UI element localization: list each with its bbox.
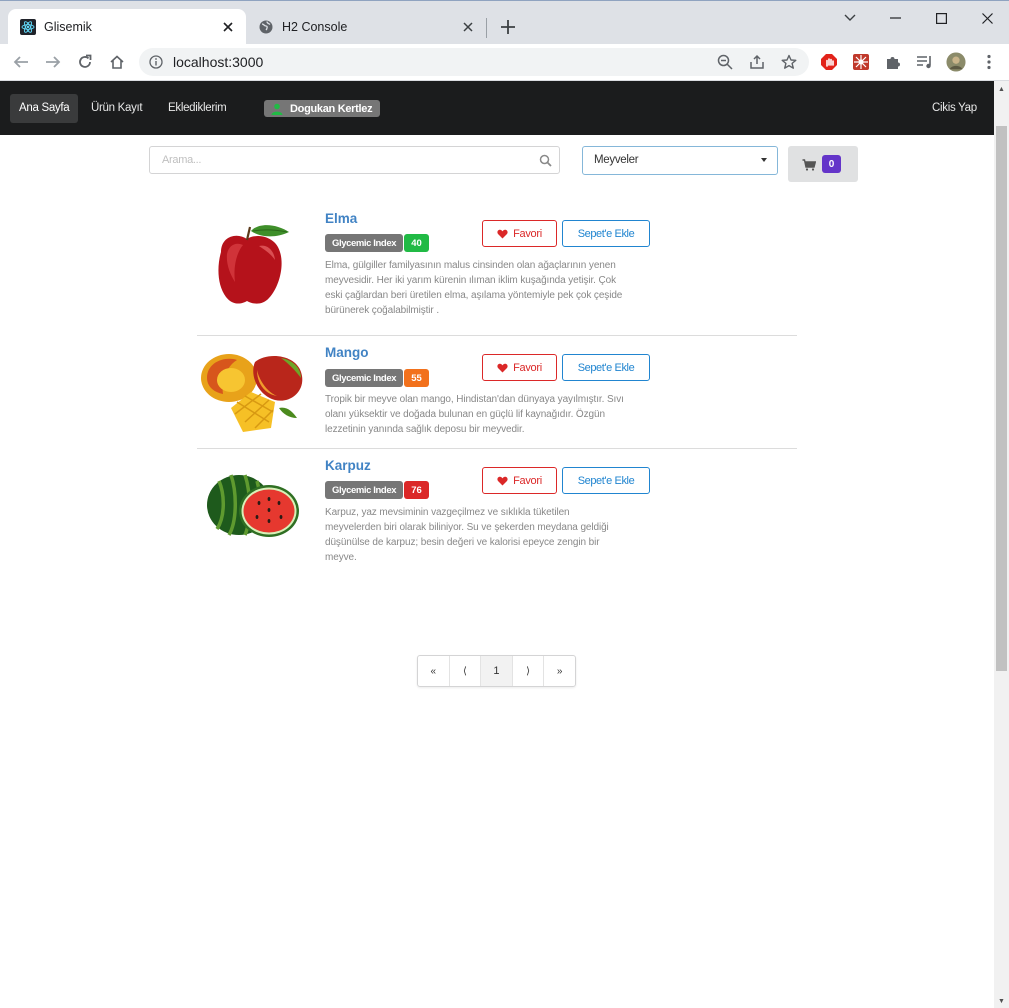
glycemic-index-label: Glycemic Index bbox=[325, 481, 404, 499]
forward-arrow-icon[interactable] bbox=[43, 52, 63, 72]
glycemic-index-label: Glycemic Index bbox=[325, 369, 404, 387]
tab-search-chevron-icon[interactable] bbox=[827, 7, 873, 29]
close-tab-icon[interactable] bbox=[220, 19, 236, 35]
product-name[interactable]: Karpuz bbox=[325, 458, 371, 473]
browser-menu-icon[interactable] bbox=[979, 52, 999, 72]
favorite-label: Favori bbox=[513, 227, 542, 240]
nav-urun-kayit[interactable]: Ürün Kayıt bbox=[82, 94, 151, 123]
glycemic-index-value: 40 bbox=[404, 234, 429, 252]
user-badge: Dogukan Kertlez bbox=[264, 100, 381, 117]
profile-avatar-icon[interactable] bbox=[946, 52, 966, 72]
minimize-icon[interactable] bbox=[872, 7, 918, 29]
tab-title: Glisemik bbox=[44, 20, 92, 34]
mango-image bbox=[197, 348, 307, 434]
category-selected: Meyveler bbox=[594, 154, 639, 166]
add-to-cart-button[interactable]: Sepet'e Ekle bbox=[562, 220, 650, 247]
tab-glisemik[interactable]: Glisemik bbox=[8, 9, 246, 45]
window-close-icon[interactable] bbox=[964, 7, 1009, 29]
nav-ana-sayfa[interactable]: Ana Sayfa bbox=[10, 94, 79, 123]
product-description: Tropik bir meyve olan mango, Hindistan'd… bbox=[325, 394, 624, 435]
home-icon[interactable] bbox=[107, 52, 127, 72]
next-page-button[interactable]: ⟩ bbox=[513, 656, 545, 686]
browser-toolbar: localhost:3000 bbox=[0, 44, 1009, 81]
page-1-button[interactable]: 1 bbox=[481, 656, 513, 686]
nav-eklediklerim[interactable]: Eklediklerim bbox=[159, 94, 235, 123]
extensions-puzzle-icon[interactable] bbox=[883, 52, 903, 72]
search-icon bbox=[539, 154, 552, 167]
search-box bbox=[149, 146, 560, 174]
product-item: Mango Glycemic Index 55 Tropik bir meyve… bbox=[197, 344, 797, 444]
new-tab-icon[interactable] bbox=[498, 17, 518, 37]
tab-title: H2 Console bbox=[282, 20, 348, 34]
browser-tab-bar: Glisemik H2 Console bbox=[0, 0, 1009, 45]
product-divider bbox=[197, 335, 797, 336]
globe-icon bbox=[258, 19, 274, 35]
product-name[interactable]: Mango bbox=[325, 345, 369, 360]
pagination: « ⟨ 1 ⟩ » bbox=[417, 655, 576, 687]
product-item: Elma Glycemic Index 40 Elma, gülgiller f… bbox=[197, 210, 797, 330]
add-to-cart-button[interactable]: Sepet'e Ekle bbox=[562, 467, 650, 494]
prev-page-button[interactable]: ⟨ bbox=[450, 656, 482, 686]
add-to-cart-button[interactable]: Sepet'e Ekle bbox=[562, 354, 650, 381]
share-icon[interactable] bbox=[749, 54, 765, 75]
back-arrow-icon[interactable] bbox=[11, 52, 31, 72]
url-text: localhost:3000 bbox=[173, 54, 264, 70]
favorite-label: Favori bbox=[513, 474, 542, 487]
favorite-label: Favori bbox=[513, 361, 542, 374]
heart-icon bbox=[497, 229, 508, 239]
tab-separator bbox=[486, 18, 487, 38]
address-bar[interactable]: localhost:3000 bbox=[139, 48, 809, 76]
first-page-button[interactable]: « bbox=[418, 656, 450, 686]
apple-image bbox=[197, 222, 307, 312]
maximize-icon[interactable] bbox=[918, 7, 964, 29]
glycemic-index-value: 76 bbox=[404, 481, 429, 499]
heart-icon bbox=[497, 363, 508, 373]
product-name[interactable]: Elma bbox=[325, 211, 357, 226]
product-description: Karpuz, yaz mevsiminin vazgeçilmez ve sı… bbox=[325, 507, 609, 563]
favorite-button[interactable]: Favori bbox=[482, 354, 557, 381]
watermelon-image bbox=[197, 465, 307, 555]
react-icon bbox=[20, 19, 36, 35]
user-name: Dogukan Kertlez bbox=[290, 102, 373, 115]
close-tab-icon[interactable] bbox=[460, 19, 476, 35]
reload-icon[interactable] bbox=[75, 52, 95, 72]
heart-icon bbox=[497, 476, 508, 486]
bookmark-star-icon[interactable] bbox=[781, 54, 797, 75]
scroll-up-arrow-icon[interactable]: ▲ bbox=[994, 82, 1009, 96]
search-input[interactable] bbox=[160, 153, 534, 167]
cart-count-badge: 0 bbox=[822, 155, 841, 173]
favorite-button[interactable]: Favori bbox=[482, 220, 557, 247]
user-icon bbox=[270, 102, 284, 116]
zoom-icon[interactable] bbox=[717, 54, 733, 75]
site-info-icon[interactable] bbox=[149, 55, 163, 74]
adblock-extension-icon[interactable] bbox=[819, 52, 839, 72]
dropdown-caret-icon bbox=[761, 158, 767, 162]
tab-h2-console[interactable]: H2 Console bbox=[246, 9, 486, 45]
red-extension-icon[interactable] bbox=[851, 52, 871, 72]
app-navbar: Ana Sayfa Ürün Kayıt Eklediklerim Cikis … bbox=[0, 81, 994, 135]
category-dropdown[interactable]: Meyveler bbox=[582, 146, 778, 175]
favorite-button[interactable]: Favori bbox=[482, 467, 557, 494]
glycemic-index-value: 55 bbox=[404, 369, 429, 387]
cart-button[interactable]: 0 bbox=[788, 146, 858, 182]
shopping-cart-icon bbox=[802, 158, 817, 171]
product-item: Karpuz Glycemic Index 76 Karpuz, yaz mev… bbox=[197, 457, 797, 577]
product-divider bbox=[197, 448, 797, 449]
scroll-down-arrow-icon[interactable]: ▼ bbox=[994, 994, 1009, 1008]
logout-link[interactable]: Cikis Yap bbox=[923, 94, 986, 123]
last-page-button[interactable]: » bbox=[544, 656, 575, 686]
product-description: Elma, gülgiller familyasının malus cinsi… bbox=[325, 260, 623, 316]
media-control-icon[interactable] bbox=[915, 52, 935, 72]
scrollbar-thumb[interactable] bbox=[996, 126, 1007, 671]
glycemic-index-label: Glycemic Index bbox=[325, 234, 404, 252]
